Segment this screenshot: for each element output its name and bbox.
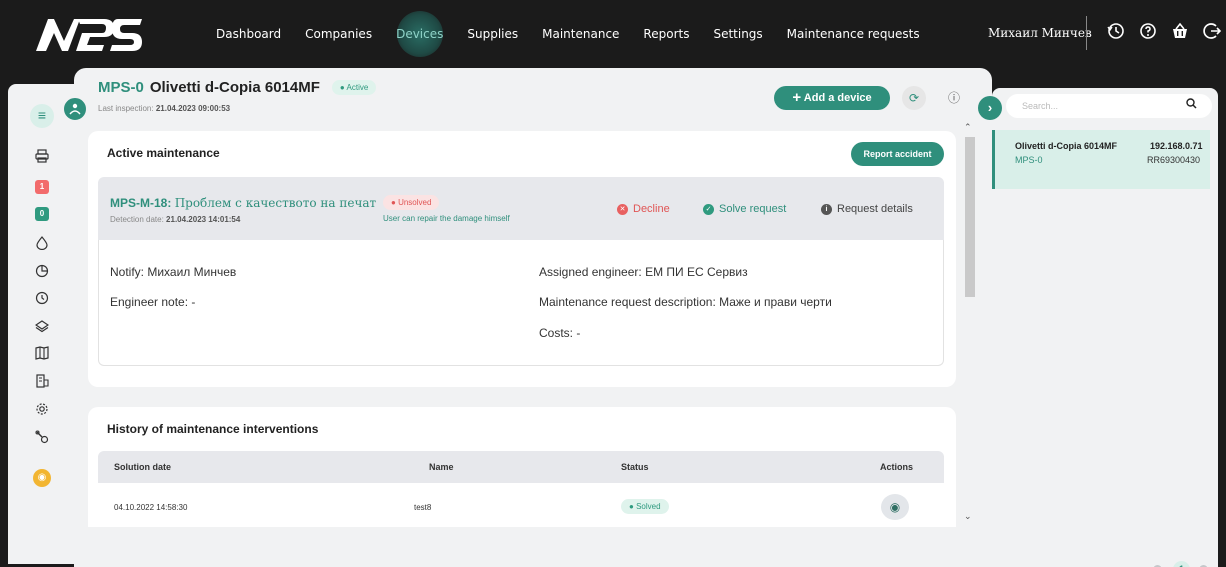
layers-icon[interactable] <box>34 319 50 335</box>
scrollbar-thumb[interactable] <box>965 137 975 297</box>
check-icon: ✓ <box>703 203 714 215</box>
search-icon[interactable] <box>1186 98 1197 112</box>
device-name: Olivetti d-Copia 6014MF <box>149 79 320 96</box>
device-item-serial: RR69300430 <box>1147 155 1201 165</box>
info-icon: i <box>821 203 832 215</box>
main-nav: Dashboard Companies Devices Supplies Mai… <box>204 0 932 68</box>
basket-icon[interactable] <box>1170 22 1190 42</box>
nav-devices[interactable]: Devices <box>384 11 455 57</box>
col-solution-date[interactable]: Solution date <box>114 462 171 472</box>
solve-request-button[interactable]: ✓ Solve request <box>703 203 786 215</box>
request-details-button[interactable]: i Request details <box>821 203 913 215</box>
nav-dashboard[interactable]: Dashboard <box>204 16 293 52</box>
device-status-badge: ● Active <box>331 80 377 95</box>
section-title: Active maintenance <box>107 146 220 160</box>
view-eye-icon[interactable]: ◉ <box>881 494 909 520</box>
search-input[interactable] <box>1022 99 1172 113</box>
device-item-code: MPS-0 <box>1015 155 1043 165</box>
top-icon-group <box>1106 22 1222 42</box>
repair-note: User can repair the damage himself <box>383 214 510 223</box>
notify-field: Notify: Михаил Минчев <box>110 265 237 279</box>
row-name: test8 <box>414 503 432 512</box>
scroll-down-icon[interactable]: ⌄ <box>964 511 972 522</box>
decline-icon: ✕ <box>617 203 628 215</box>
scroll-up-icon[interactable]: ⌃ <box>964 122 972 133</box>
drop-icon[interactable] <box>34 236 50 252</box>
eye-icon[interactable]: ◉ <box>33 469 51 487</box>
nav-maintenance[interactable]: Maintenance <box>530 16 631 52</box>
chart-icon[interactable] <box>34 264 50 280</box>
chevron-right-icon[interactable]: › <box>978 96 1002 120</box>
gear-icon[interactable] <box>34 402 50 418</box>
costs-field: Costs: - <box>539 326 581 340</box>
map-icon[interactable] <box>34 346 50 362</box>
scan-icon[interactable] <box>34 374 50 390</box>
add-device-button[interactable]: + Add a device <box>774 86 890 110</box>
printer-icon[interactable] <box>34 149 50 165</box>
col-name[interactable]: Name <box>429 462 454 472</box>
row-date: 04.10.2022 14:58:30 <box>114 503 188 512</box>
nav-companies[interactable]: Companies <box>293 16 384 52</box>
badge-green[interactable]: 0 <box>35 207 49 221</box>
assigned-engineer-field: Assigned engineer: ЕМ ПИ ЕС Сервиз <box>539 265 748 279</box>
row-status-badge: ● Solved <box>621 499 669 514</box>
menu-icon[interactable]: ≡ <box>30 104 54 128</box>
table-header <box>98 451 944 483</box>
device-item-name: Olivetti d-Copia 6014MF <box>1015 141 1118 151</box>
request-title[interactable]: MPS-M-18: Проблем с качеството на печат <box>110 196 376 210</box>
history-icon[interactable] <box>34 291 50 307</box>
nav-maintenance-requests[interactable]: Maintenance requests <box>775 16 932 52</box>
engineer-note-field: Engineer note: - <box>110 295 196 309</box>
report-accident-button[interactable]: Report accident <box>851 142 944 166</box>
last-inspection: Last inspection: 21.04.2023 09:00:53 <box>98 104 231 113</box>
device-avatar-icon <box>62 96 88 122</box>
refresh-icon[interactable]: ⟳ <box>902 86 926 110</box>
info-icon[interactable]: ⓘ <box>942 86 966 110</box>
col-actions: Actions <box>880 462 914 472</box>
badge-red[interactable]: 1 <box>35 180 49 194</box>
mps-logo[interactable] <box>34 15 144 55</box>
description-field: Maintenance request description: Маже и … <box>539 295 832 309</box>
detection-date: Detection date: 21.04.2023 14:01:54 <box>110 215 241 224</box>
history-title: History of maintenance interventions <box>107 422 319 436</box>
top-nav: Dashboard Companies Devices Supplies Mai… <box>0 0 1226 68</box>
nav-supplies[interactable]: Supplies <box>455 16 530 52</box>
user-name[interactable]: Михаил Минчев <box>988 26 1092 40</box>
divider <box>1086 16 1087 50</box>
help-icon[interactable] <box>1138 22 1158 42</box>
request-status-badge: ● Unsolved <box>383 195 440 210</box>
device-item-ip: 192.168.0.71 <box>1150 141 1203 151</box>
nav-settings[interactable]: Settings <box>701 16 774 52</box>
device-code: MPS-0 <box>98 79 144 96</box>
tools-icon[interactable] <box>34 430 50 446</box>
logout-icon[interactable] <box>1202 22 1222 42</box>
history-icon[interactable] <box>1106 22 1126 42</box>
decline-button[interactable]: ✕ Decline <box>617 203 670 215</box>
col-status[interactable]: Status <box>621 462 649 472</box>
device-title: MPS-0 Olivetti d-Copia 6014MF ● Active <box>98 79 377 96</box>
nav-reports[interactable]: Reports <box>631 16 701 52</box>
